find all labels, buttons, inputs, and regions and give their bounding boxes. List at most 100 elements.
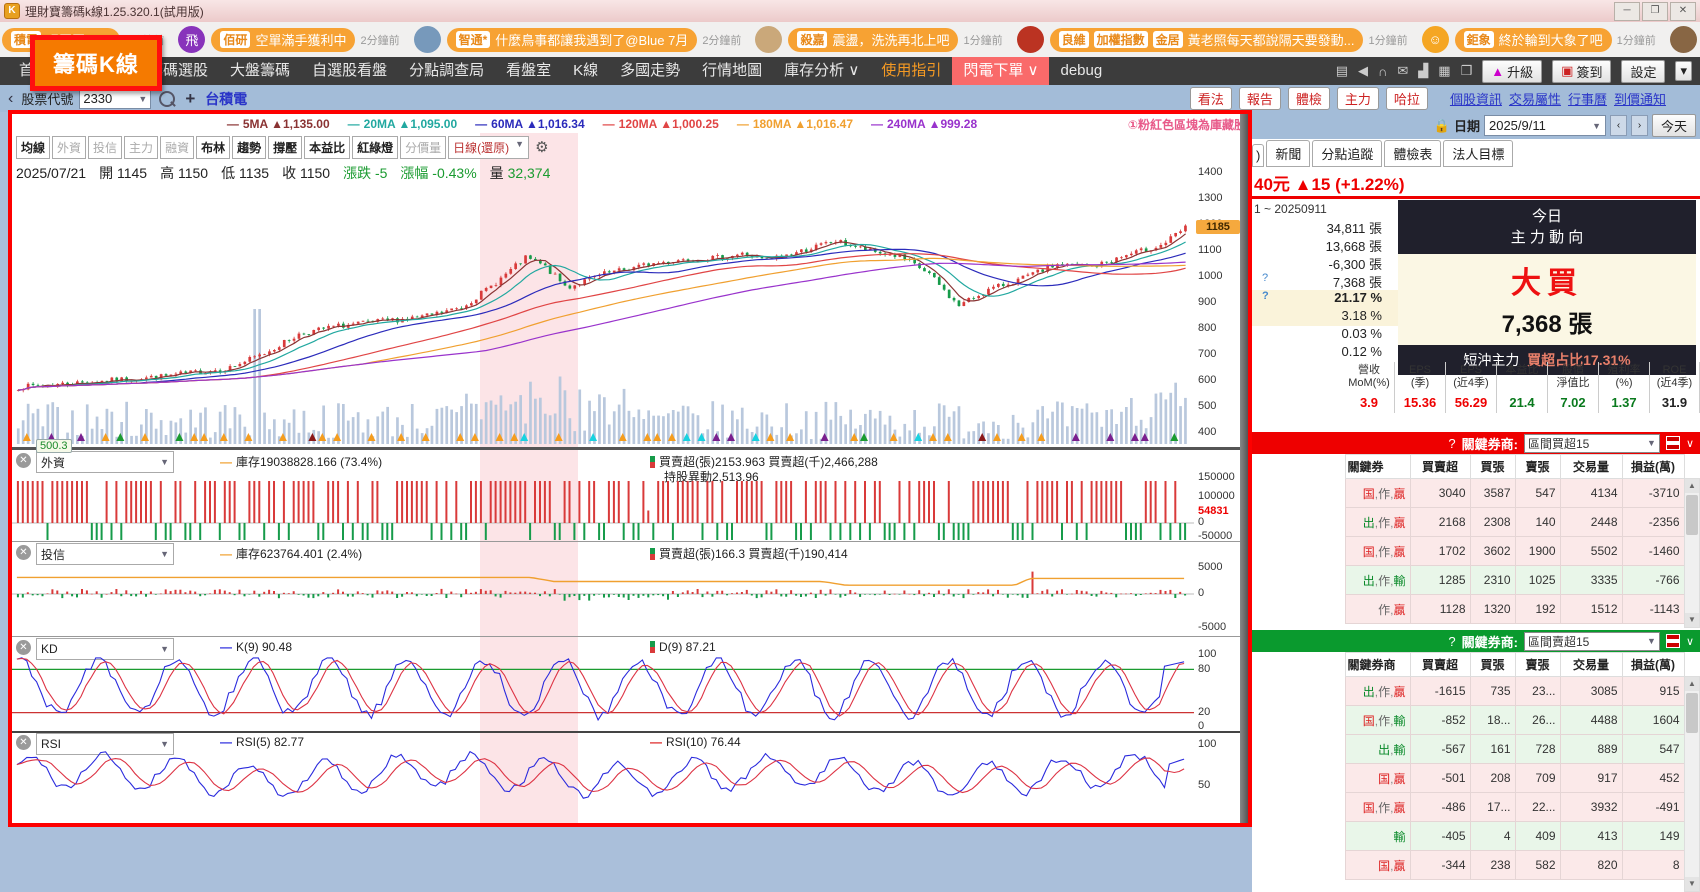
collapse-chevron-icon[interactable]: ∨ <box>1686 437 1694 450</box>
back-arrow-icon[interactable]: ‹ <box>8 90 13 108</box>
mail-icon[interactable]: ✉ <box>1397 63 1408 79</box>
foreign-investor-chart[interactable] <box>12 481 1194 540</box>
indicator-button-紅綠燈[interactable]: 紅綠燈 <box>352 136 398 159</box>
investment-trust-chart[interactable] <box>12 570 1194 635</box>
indicator-button-趨勢[interactable]: 趨勢 <box>232 136 266 159</box>
info-link[interactable]: 到價通知 <box>1614 89 1666 108</box>
stats-icon[interactable]: ▟ <box>1418 63 1428 79</box>
menu-item[interactable]: 看盤室 <box>495 57 562 85</box>
info-link[interactable]: 個股資訊 <box>1450 89 1502 108</box>
broker-row[interactable]: 国,贏-501208709917452 <box>1252 764 1684 793</box>
broker-row[interactable]: 出,輸-567161728889547 <box>1252 735 1684 764</box>
broker-filter-select[interactable]: 區間賣超15▼ <box>1524 632 1660 651</box>
broker-row[interactable]: 国,作,輸-85218...26...44881604 <box>1252 706 1684 735</box>
stock-code-input[interactable]: 2330▼ <box>79 89 151 109</box>
broadcast-icon[interactable]: ◀ <box>1358 63 1368 79</box>
qr-icon[interactable]: ▦ <box>1438 63 1450 79</box>
user-avatar[interactable] <box>414 26 441 53</box>
user-avatar[interactable]: ☺ <box>1422 26 1449 53</box>
scrollbar[interactable]: ▲ ▼ <box>1684 478 1700 628</box>
help-icon[interactable]: ? <box>1262 290 1269 302</box>
period-select[interactable]: 日線(還原)▼ <box>448 136 529 159</box>
menu-item[interactable]: 行情地圖 <box>691 57 773 85</box>
maximize-button[interactable]: ❐ <box>1642 2 1668 21</box>
window-icon[interactable]: ❒ <box>1461 63 1473 79</box>
action-button-報告[interactable]: 報告 <box>1239 87 1281 110</box>
indicator-button-撐壓[interactable]: 撐壓 <box>268 136 302 159</box>
indicator-button-本益比[interactable]: 本益比 <box>304 136 350 159</box>
action-button-看法[interactable]: 看法 <box>1190 87 1232 110</box>
settings-button[interactable]: 設定 <box>1621 60 1665 83</box>
search-icon[interactable] <box>159 91 175 107</box>
checkin-button[interactable]: ▣簽到 <box>1552 60 1611 83</box>
indicator-button-分價量[interactable]: 分價量 <box>400 136 446 159</box>
scrollbar[interactable]: ▲ ▼ <box>1684 676 1700 892</box>
broker-row[interactable]: 国,作,贏304035875474134-3710 <box>1252 479 1684 508</box>
ticker-message[interactable]: 佰研空單滿手獲利中 <box>211 28 355 52</box>
help-icon[interactable]: ? <box>1448 634 1455 649</box>
date-input[interactable]: 2025/9/11▼ <box>1484 115 1606 136</box>
help-icon[interactable]: ? <box>1448 436 1455 451</box>
info-link[interactable]: 行事曆 <box>1568 89 1607 108</box>
menu-item[interactable]: 使用指引 <box>870 57 952 85</box>
menu-item[interactable]: 多國走勢 <box>609 57 691 85</box>
ticker-message[interactable]: 殺嘉震盪，洗洗再北上吧 <box>788 28 958 52</box>
broker-row[interactable]: 国,作,贏-48617...22...3932-491 <box>1252 793 1684 822</box>
ticker-message[interactable]: 智通*什麼鳥事都讓我遇到了@Blue 7月 <box>447 28 698 52</box>
indicator-button-布林[interactable]: 布林 <box>196 136 230 159</box>
indicator-button-融資[interactable]: 融資 <box>160 136 194 159</box>
menu-item[interactable]: 閃電下單 ∨ <box>952 57 1049 85</box>
panel-splitter[interactable] <box>1240 114 1248 823</box>
chart-settings-gear-icon[interactable]: ⚙ <box>535 138 548 156</box>
right-tab[interactable]: 法人目標 <box>1443 140 1513 167</box>
broker-row[interactable]: 国,贏-3442385828208 <box>1252 851 1684 880</box>
broker-row[interactable]: 出,作,輸1285231010253335-766 <box>1252 566 1684 595</box>
action-button-主力[interactable]: 主力 <box>1337 87 1379 110</box>
menu-item[interactable]: 大盤籌碼 <box>219 57 301 85</box>
broker-row[interactable]: 輸-4054409413149 <box>1252 822 1684 851</box>
user-avatar[interactable] <box>755 26 782 53</box>
indicator-button-主力[interactable]: 主力 <box>124 136 158 159</box>
today-button[interactable]: 今天 <box>1652 114 1696 137</box>
close-button[interactable]: ✕ <box>1670 2 1696 21</box>
ticker-message[interactable]: 良維加權指數金居黃老照每天都說隔天要發動... <box>1050 28 1364 52</box>
kd-indicator-chart[interactable] <box>12 650 1194 730</box>
settings-dropdown-arrow[interactable]: ▾ <box>1675 61 1692 81</box>
broker-row[interactable]: 作,贏112813201921512-1143 <box>1252 595 1684 624</box>
ticker-message[interactable]: 鉅象終於輪到大象了吧 <box>1455 28 1612 52</box>
broker-filter-select[interactable]: 區間買超15▼ <box>1524 434 1660 453</box>
headset-icon[interactable]: ∩ <box>1378 64 1387 79</box>
right-tab[interactable]: 分點追蹤 <box>1312 140 1382 167</box>
date-prev-button[interactable]: ‹ <box>1610 115 1627 136</box>
indicator-select[interactable]: 外資▼ <box>36 451 174 473</box>
close-icon[interactable]: ✕ <box>16 545 31 560</box>
action-button-哈拉[interactable]: 哈拉 <box>1386 87 1428 110</box>
broker-row[interactable]: 出,作,贏-161573523...3085915 <box>1252 677 1684 706</box>
right-tab[interactable]: 新聞 <box>1266 140 1310 167</box>
right-tab[interactable]: 體檢表 <box>1384 140 1441 167</box>
lock-icon[interactable]: 🔒 <box>1434 118 1450 134</box>
menu-item[interactable]: 分點調查局 <box>398 57 495 85</box>
upgrade-button[interactable]: ▲升級 <box>1482 60 1542 83</box>
info-link[interactable]: 交易屬性 <box>1509 89 1561 108</box>
indicator-select[interactable]: 投信▼ <box>36 543 174 565</box>
badge-icon[interactable]: ▤ <box>1336 63 1348 79</box>
user-avatar[interactable]: 飛 <box>178 26 205 53</box>
rsi-indicator-chart[interactable] <box>12 745 1194 823</box>
right-tab[interactable]: ) <box>1252 144 1264 167</box>
user-avatar[interactable] <box>1017 26 1044 53</box>
broker-row[interactable]: 出,作,贏216823081402448-2356 <box>1252 508 1684 537</box>
indicator-button-均線[interactable]: 均線 <box>16 136 50 159</box>
add-stock-button[interactable]: + <box>185 89 195 109</box>
menu-item[interactable]: 庫存分析 ∨ <box>773 57 870 85</box>
close-icon[interactable]: ✕ <box>16 453 31 468</box>
collapse-chevron-icon[interactable]: ∨ <box>1686 635 1694 648</box>
broker-row[interactable]: 国,作,贏1702360219005502-1460 <box>1252 537 1684 566</box>
indicator-button-外資[interactable]: 外資 <box>52 136 86 159</box>
menu-item[interactable]: debug <box>1049 57 1113 85</box>
help-icon[interactable]: ? <box>1262 272 1268 284</box>
menu-item[interactable]: K線 <box>562 57 609 85</box>
grid-view-icon[interactable] <box>1666 634 1680 648</box>
minimize-button[interactable]: ─ <box>1614 2 1640 21</box>
action-button-體檢[interactable]: 體檢 <box>1288 87 1330 110</box>
